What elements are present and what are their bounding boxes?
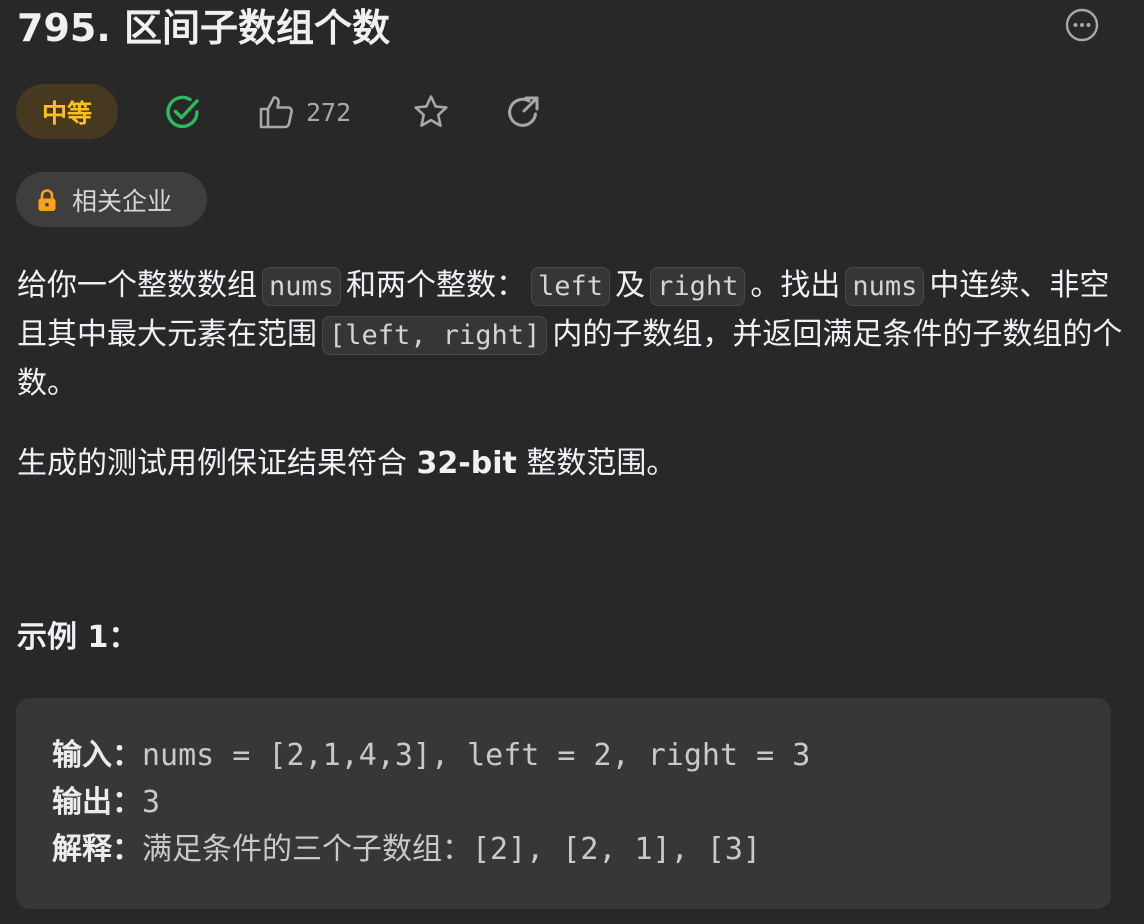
description-text: 整数范围。 — [526, 446, 677, 481]
difficulty-badge: 中等 — [16, 84, 118, 139]
description-text: 生成的测试用例保证结果符合 — [17, 446, 407, 481]
favorite-button[interactable] — [412, 92, 450, 132]
description-text: 。找出 — [750, 268, 841, 303]
description-paragraph: 生成的测试用例保证结果符合 32-bit 整数范围。 — [17, 440, 1127, 488]
share-button[interactable] — [504, 92, 542, 132]
like-button[interactable]: 272 — [258, 92, 351, 132]
problem-meta-row: 中等 272 — [16, 84, 616, 140]
example-explanation-value: 满足条件的三个子数组：[2], [2, 1], [3] — [142, 832, 761, 867]
description-text: 和两个整数： — [346, 268, 527, 303]
example-explanation-label: 解释： — [52, 832, 142, 867]
example-input-label: 输入： — [52, 738, 142, 773]
example-output-value: 3 — [142, 785, 161, 820]
description-paragraph: 给你一个整数数组 nums 和两个整数： left 及 right 。找出 nums 中连续、非… — [17, 262, 1127, 408]
problem-description: 给你一个整数数组 nums 和两个整数： left 及 right 。找出 nums 中连续、非… — [17, 262, 1127, 488]
thumbs-up-icon — [259, 96, 293, 129]
related-companies-button[interactable]: 相关企业 — [16, 172, 207, 227]
solved-check-icon — [166, 95, 199, 129]
inline-code: nums — [845, 267, 925, 306]
lock-icon — [38, 188, 56, 211]
example-input-line: 输入：nums = [2,1,4,3], left = 2, right = 3 — [52, 732, 1111, 779]
description-text: 给你一个整数数组 — [17, 268, 257, 303]
star-icon — [414, 95, 448, 127]
problem-title: 795. 区间子数组个数 — [17, 6, 390, 50]
inline-code: [left, right] — [322, 316, 548, 355]
example-output-label: 输出： — [52, 785, 142, 820]
example-block: 输入：nums = [2,1,4,3], left = 2, right = 3… — [16, 698, 1111, 909]
inline-code: left — [531, 267, 611, 306]
bold-text: 32-bit — [416, 446, 517, 481]
example-output-line: 输出：3 — [52, 779, 1111, 826]
share-icon — [508, 96, 539, 127]
inline-code: nums — [262, 267, 342, 306]
inline-code: right — [650, 267, 746, 306]
description-text: 及 — [615, 268, 646, 303]
example-title: 示例 1： — [17, 620, 139, 655]
example-explanation-line: 解释：满足条件的三个子数组：[2], [2, 1], [3] — [52, 826, 1111, 873]
example-input-value: nums = [2,1,4,3], left = 2, right = 3 — [142, 738, 811, 773]
more-options-icon — [1065, 8, 1099, 42]
like-count: 272 — [306, 97, 352, 127]
related-companies-label: 相关企业 — [72, 186, 173, 216]
more-options-button[interactable] — [1064, 7, 1100, 43]
solved-status — [164, 92, 202, 132]
